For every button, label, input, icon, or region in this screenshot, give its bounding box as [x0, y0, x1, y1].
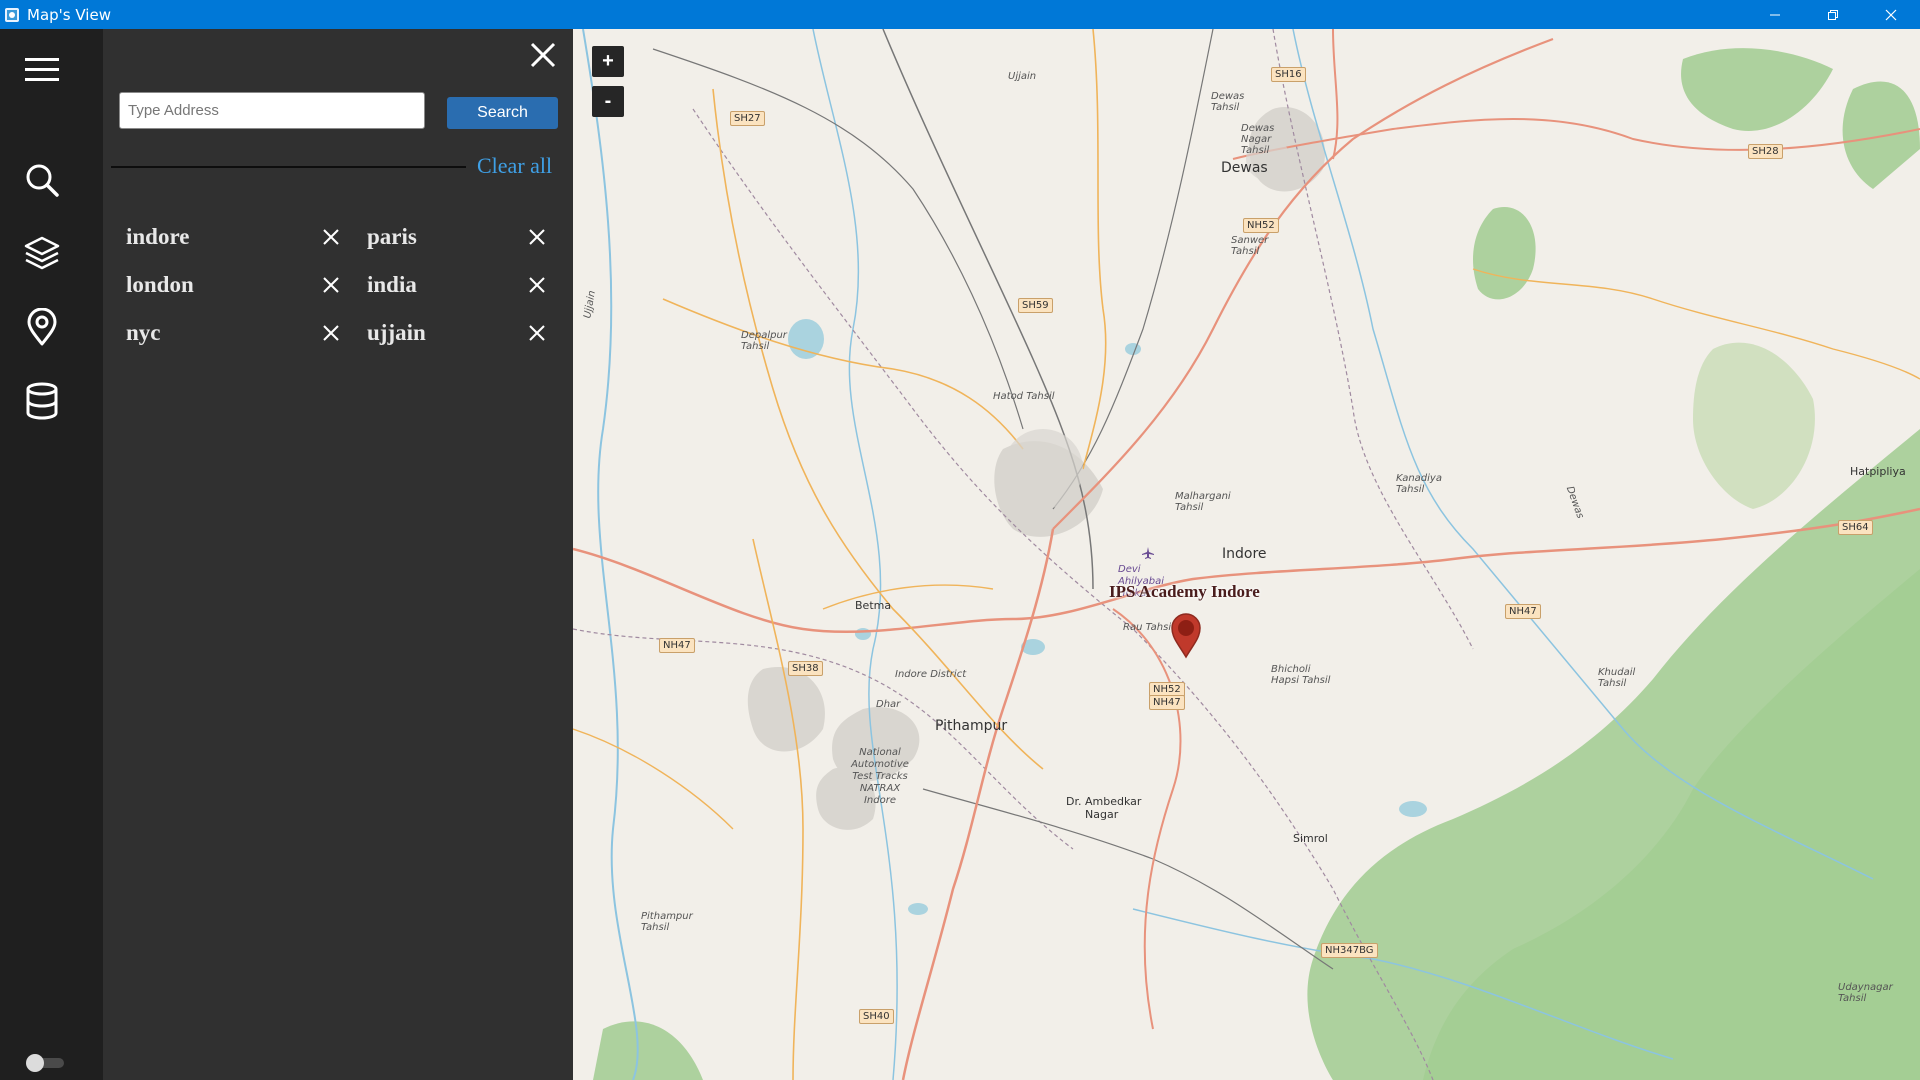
restore-button[interactable] — [1804, 0, 1862, 29]
remove-icon[interactable] — [321, 227, 341, 247]
place-label: Ujjain — [1008, 71, 1037, 82]
airport-icon — [1142, 547, 1154, 559]
clear-all-link[interactable]: Clear all — [477, 153, 552, 179]
place-label: Hatod Tahsil — [993, 391, 1055, 402]
search-icon — [26, 164, 59, 197]
place-label: Betma — [855, 599, 892, 612]
sidebar — [0, 29, 103, 1080]
address-input[interactable] — [119, 92, 425, 129]
road-shield: SH27 — [730, 111, 765, 126]
place-label: Kanadiya Tahsil — [1396, 473, 1442, 495]
place-label: Indore — [1222, 546, 1267, 562]
place-label: Khudail Tahsil — [1598, 667, 1636, 689]
place-label: Pithampur Tahsil — [641, 911, 693, 933]
road-shield: NH52 — [1243, 218, 1279, 233]
search-button[interactable]: Search — [447, 97, 558, 129]
database-icon — [26, 382, 58, 420]
place-label: National Automotive Test Tracks NATRAX I… — [851, 747, 909, 806]
place-label: Rau Tahsil — [1123, 622, 1174, 633]
restore-icon — [1828, 9, 1838, 20]
history-item-label: ujjain — [367, 320, 426, 345]
place-label: Dr. Ambedkar — [1066, 795, 1142, 808]
search-panel: Search Clear all indore paris london ind… — [103, 29, 573, 1080]
place-label: Nagar — [1085, 808, 1119, 821]
history-item[interactable]: ujjain — [367, 315, 587, 351]
layers-icon — [24, 236, 60, 270]
app-icon — [5, 7, 19, 22]
zoom-in-button[interactable]: + — [592, 46, 624, 77]
remove-icon[interactable] — [527, 275, 547, 295]
zoom-out-button[interactable]: - — [592, 86, 624, 117]
remove-icon[interactable] — [321, 323, 341, 343]
remove-icon[interactable] — [527, 227, 547, 247]
history-item-label: london — [126, 272, 194, 297]
hamburger-menu-icon — [25, 58, 59, 81]
history-item-label: nyc — [126, 320, 161, 345]
history-item[interactable]: nyc — [126, 315, 346, 351]
road-shield: SH16 — [1271, 67, 1306, 82]
sidebar-item-search[interactable] — [22, 160, 62, 200]
minimize-icon — [1770, 14, 1780, 15]
place-label: Indore District — [895, 669, 967, 680]
road-shield: SH40 — [859, 1009, 894, 1024]
road-shield: SH38 — [788, 661, 823, 676]
marker-label: IPS Academy Indore — [1109, 582, 1260, 601]
divider — [111, 166, 466, 168]
road-shield: NH347BG — [1321, 943, 1378, 958]
map-view[interactable]: + - SH27 SH16 SH28 NH52 SH59 SH64 NH47 N… — [573, 29, 1920, 1080]
history-item-label: paris — [367, 224, 417, 249]
place-label: Sanwer Tahsil — [1231, 235, 1269, 257]
place-label: Udaynagar Tahsil — [1838, 982, 1893, 1004]
place-label: Dewas — [1221, 160, 1268, 176]
road-shield: NH47 — [1149, 695, 1185, 710]
window-title: Map's View — [27, 5, 111, 24]
location-pin-icon — [27, 308, 57, 346]
history-item[interactable]: india — [367, 267, 587, 303]
place-label: Pithampur — [935, 718, 1008, 734]
remove-icon[interactable] — [321, 275, 341, 295]
close-icon — [1885, 9, 1897, 20]
place-label: Bhicholi Hapsi Tahsil — [1271, 664, 1331, 686]
road-shield: SH64 — [1838, 520, 1873, 535]
sidebar-item-layers[interactable] — [22, 233, 62, 273]
sidebar-item-database[interactable] — [22, 381, 62, 421]
place-label: Dewas Tahsil — [1211, 91, 1245, 113]
place-label: Malhargani Tahsil — [1175, 491, 1231, 513]
close-icon — [530, 42, 556, 68]
close-window-button[interactable] — [1862, 0, 1920, 29]
place-label: Simrol — [1293, 832, 1328, 845]
place-label: Dewas Nagar Tahsil — [1241, 123, 1275, 156]
history-item-label: india — [367, 272, 417, 297]
location-marker-icon[interactable] — [1169, 611, 1203, 659]
place-label: Depalpur Tahsil — [741, 330, 787, 352]
road-shield: SH28 — [1748, 144, 1783, 159]
sidebar-item-location[interactable] — [22, 307, 62, 347]
history-item[interactable]: paris — [367, 219, 587, 255]
place-label: Dhar — [876, 699, 901, 710]
history-item[interactable]: london — [126, 267, 346, 303]
remove-icon[interactable] — [527, 323, 547, 343]
theme-toggle[interactable] — [24, 1053, 66, 1073]
road-shield: NH47 — [1505, 604, 1541, 619]
history-item[interactable]: indore — [126, 219, 346, 255]
road-shield: SH59 — [1018, 298, 1053, 313]
history-item-label: indore — [126, 224, 190, 249]
place-label: Hatpipliya — [1850, 465, 1906, 478]
road-shield: NH47 — [659, 638, 695, 653]
close-panel-button[interactable] — [526, 38, 560, 72]
title-bar: Map's View — [0, 0, 1920, 29]
sidebar-item-menu[interactable] — [22, 50, 62, 90]
minimize-button[interactable] — [1746, 0, 1804, 29]
